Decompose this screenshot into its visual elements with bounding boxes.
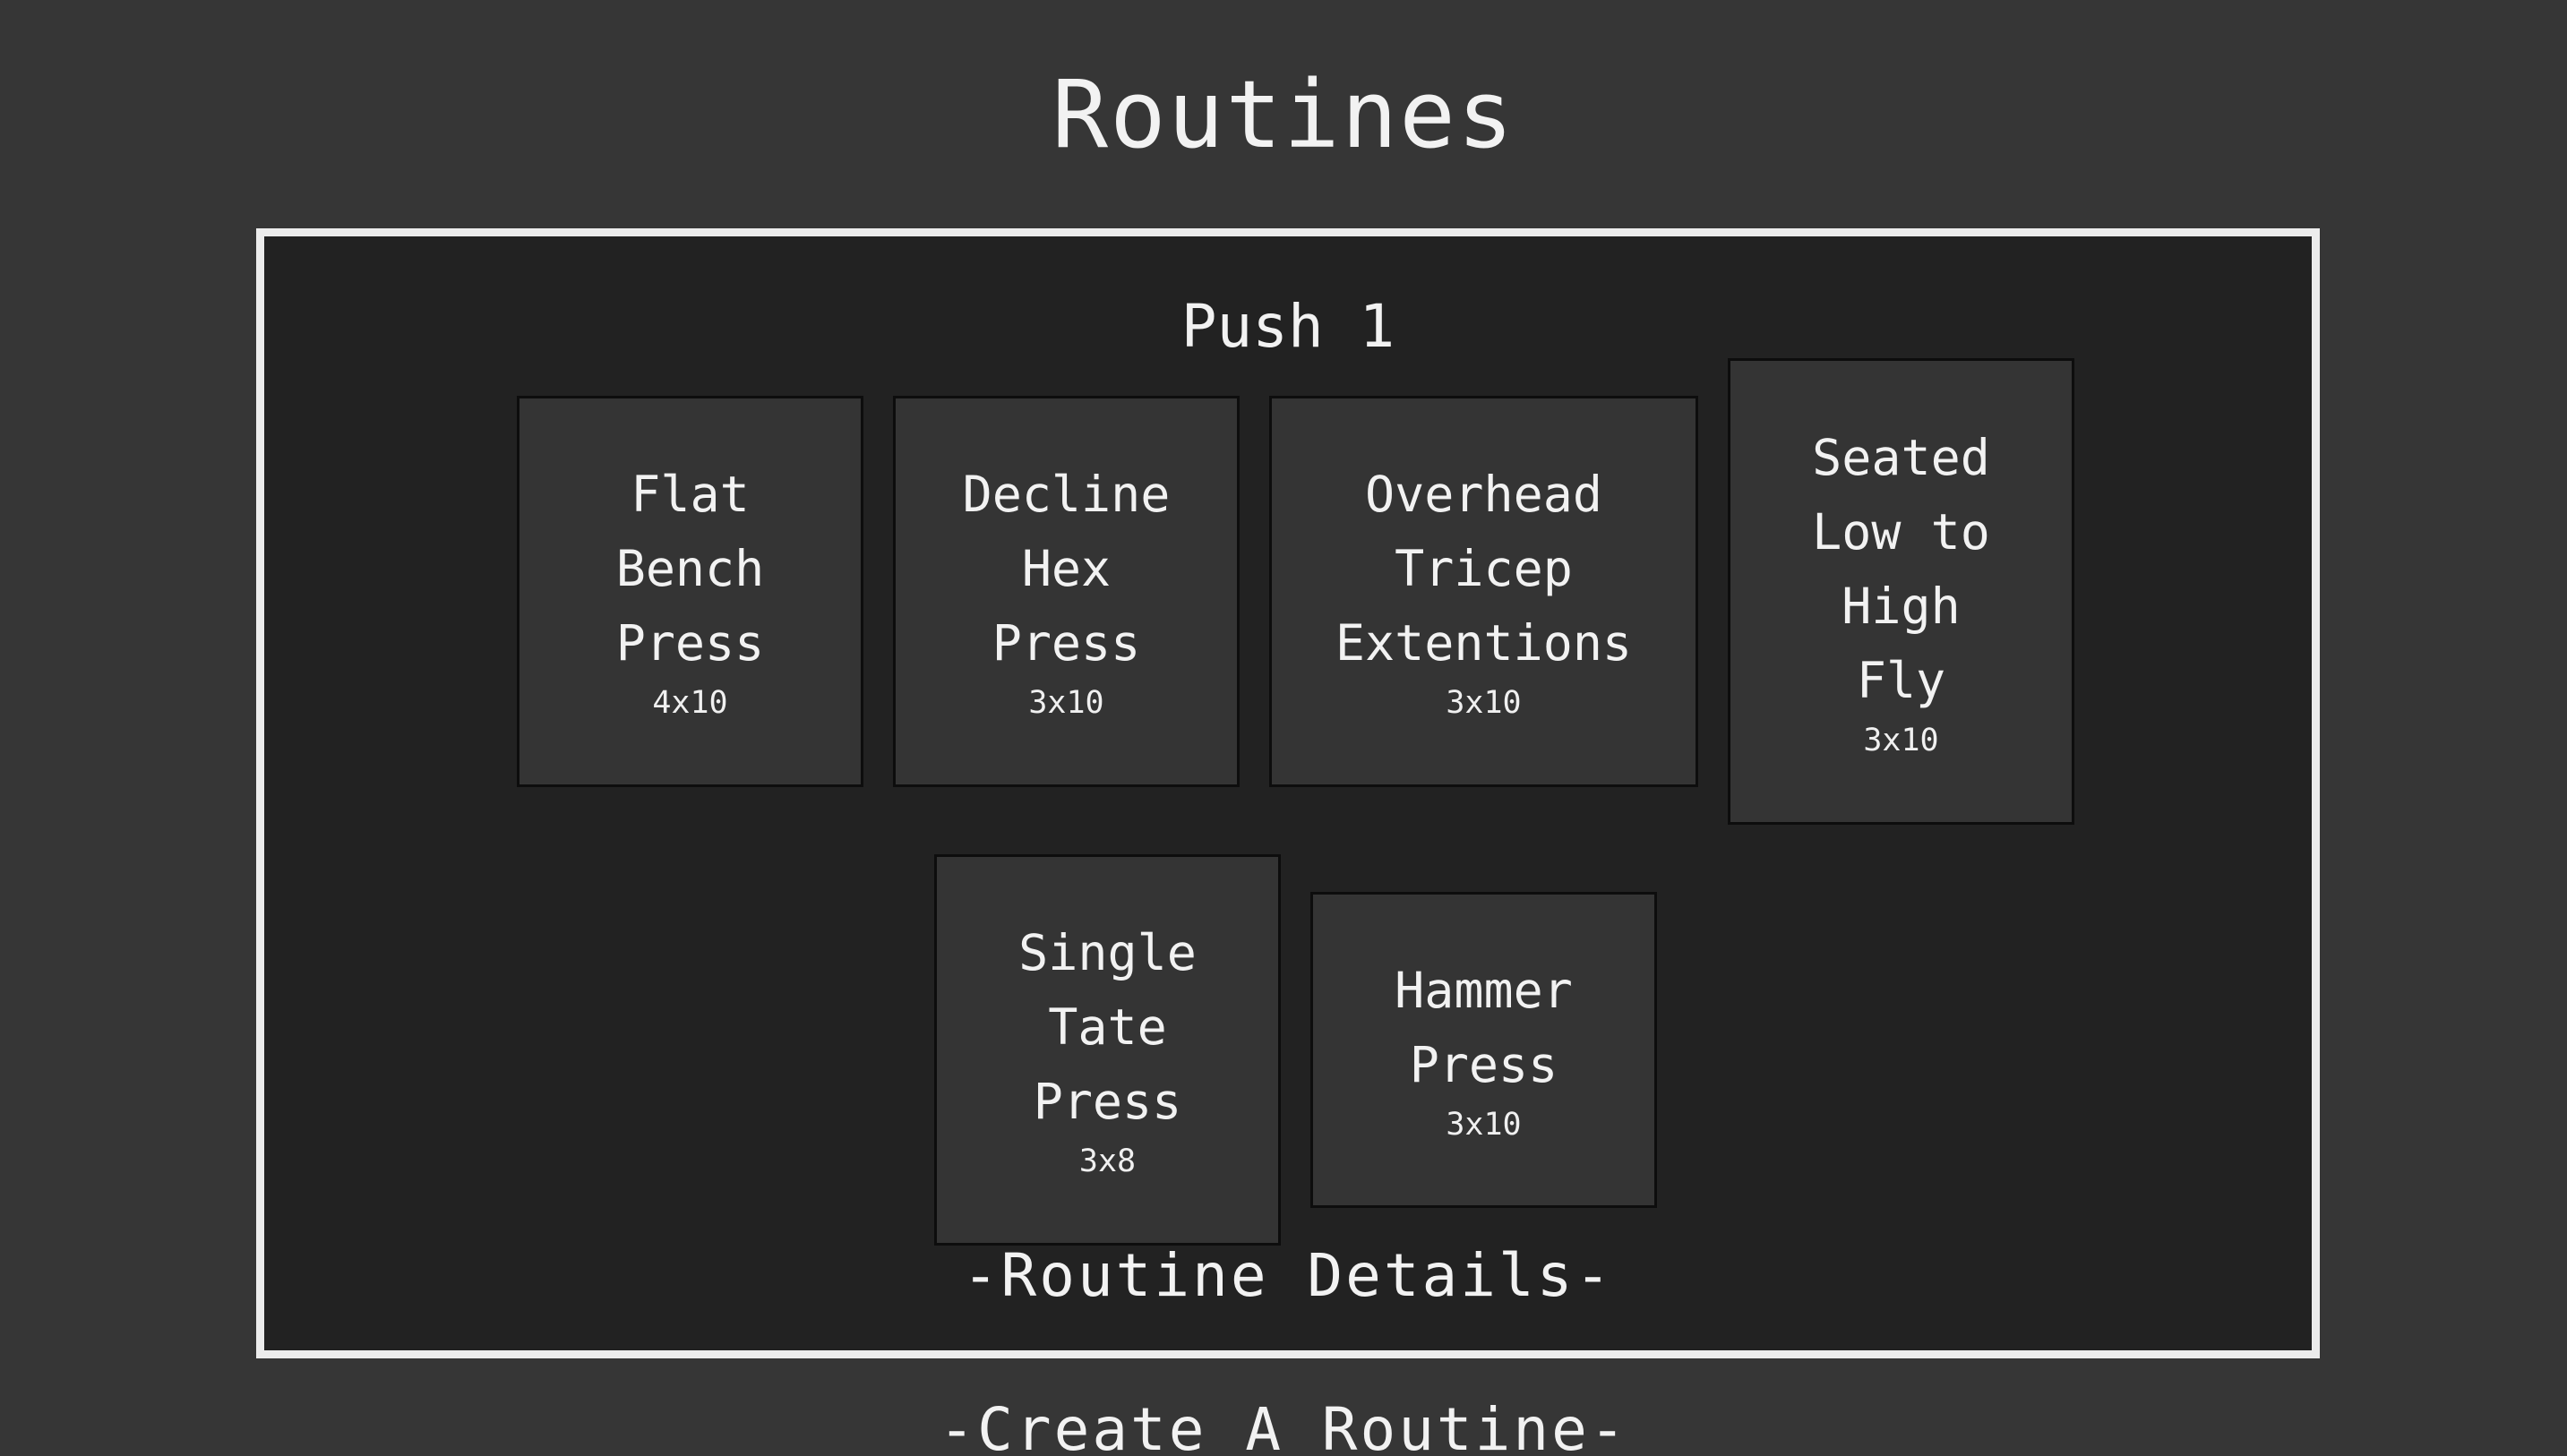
exercise-card[interactable]: Decline Hex Press 3x10: [893, 396, 1240, 787]
exercise-sets: 4x10: [652, 685, 728, 721]
exercise-sets: 3x10: [1863, 722, 1939, 758]
create-routine-link[interactable]: -Create A Routine-: [0, 1390, 2567, 1456]
routine-card[interactable]: Push 1 Flat Bench Press 4x10 Decline Hex…: [256, 228, 2320, 1358]
exercise-sets: 3x10: [1028, 685, 1104, 721]
routine-name: Push 1: [1180, 292, 1395, 361]
routines-page: Routines Push 1 Flat Bench Press 4x10 De…: [0, 0, 2567, 1456]
exercise-name: Overhead Tricep Extentions: [1335, 466, 1633, 672]
exercise-name: Decline Hex Press: [962, 466, 1171, 672]
exercise-card[interactable]: Hammer Press 3x10: [1310, 892, 1657, 1208]
exercise-sets: 3x10: [1446, 1106, 1522, 1143]
exercise-card[interactable]: Single Tate Press 3x8: [934, 854, 1281, 1246]
exercise-card[interactable]: Overhead Tricep Extentions 3x10: [1269, 396, 1698, 787]
routine-details-link[interactable]: -Routine Details-: [264, 1236, 2312, 1316]
page-title: Routines: [1052, 60, 1515, 169]
exercise-name: Single Tate Press: [1018, 924, 1197, 1130]
exercise-card[interactable]: Seated Low to High Fly 3x10: [1728, 358, 2074, 825]
exercise-name: Hammer Press: [1395, 961, 1573, 1093]
exercise-sets: 3x10: [1446, 685, 1522, 721]
exercise-sets: 3x8: [1078, 1143, 1137, 1179]
exercise-name: Seated Low to High Fly: [1812, 428, 1990, 709]
exercise-name: Flat Bench Press: [615, 466, 765, 672]
exercise-card[interactable]: Flat Bench Press 4x10: [517, 396, 863, 787]
